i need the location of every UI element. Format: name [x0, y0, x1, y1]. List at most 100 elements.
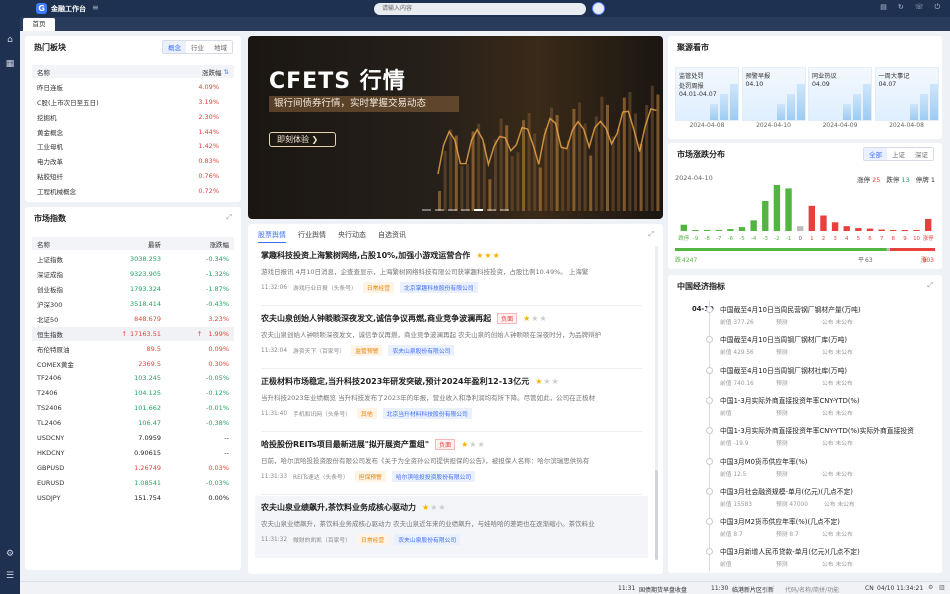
chart-icon[interactable]: ▥: [939, 584, 945, 591]
phone-icon[interactable]: ☏: [915, 3, 924, 12]
col-change[interactable]: 涨跌幅: [202, 67, 222, 77]
distribution-bar[interactable]: [866, 228, 874, 231]
tab-industry[interactable]: 行业: [186, 41, 209, 53]
table-row[interactable]: EURUSD 1.08541 -0.03%: [32, 476, 234, 491]
table-row[interactable]: 昨日连板 4.09%: [32, 80, 234, 95]
news-item[interactable]: 农夫山泉业绩飙升,茶饮料业务成核心驱动力 ★★★ 农夫山泉业绩飙升，茶饮料业务成核心…: [255, 496, 648, 558]
news-company-tag[interactable]: 农夫山泉股份有限公司: [388, 345, 455, 356]
carousel-dot[interactable]: [487, 209, 496, 211]
econ-item[interactable]: 中国1-3月实际外商直接投资年率CNY-YTD(%) 前值 预测 公布 未公布: [720, 395, 942, 417]
distribution-bar[interactable]: [901, 230, 909, 231]
carousel-dot[interactable]: [461, 209, 470, 211]
distribution-bar[interactable]: [890, 230, 897, 231]
table-row[interactable]: 黄金概念 1.44%: [32, 124, 234, 139]
news-tag[interactable]: 日常经营: [362, 282, 395, 293]
refresh-icon[interactable]: ↻: [898, 3, 904, 12]
news-title[interactable]: 哈投股份REITs项目最新进展"拟开展资产重组": [261, 439, 429, 450]
settings-icon[interactable]: ⚙: [5, 549, 15, 559]
tab-stock-news[interactable]: 股票舆情: [258, 230, 286, 243]
promo-banner[interactable]: CFETS 行情 银行间债券行情，实时掌握交易动态 即刻体验 ❯: [248, 36, 663, 219]
econ-item[interactable]: 中国截至4月10日当周钢厂钢材社库(万吨) 前值 740.16 预测 公布 未公布: [720, 365, 942, 387]
econ-item[interactable]: 中国3月M0货币供应年率(%) 前值 12.5 预测 公布 未公布: [720, 456, 942, 478]
distribution-bar[interactable]: [680, 224, 688, 231]
table-row[interactable]: 北证50 848.679 3.23%: [32, 312, 234, 327]
table-row[interactable]: GBPUSD 1.26749 0.03%: [32, 461, 234, 476]
table-row[interactable]: 布伦特原油 89.5 0.09%: [32, 341, 234, 356]
news-company-tag[interactable]: 北京掌趣科技股份有限公司: [400, 282, 478, 293]
distribution-bar[interactable]: [692, 230, 699, 231]
expand-icon[interactable]: ⤢: [648, 230, 654, 239]
distribution-bar[interactable]: [762, 200, 769, 231]
news-tag[interactable]: 其他: [357, 408, 377, 419]
news-title[interactable]: 农夫山泉业绩飙升,茶饮料业务成核心驱动力: [261, 502, 416, 513]
banner-cta-button[interactable]: 即刻体验 ❯: [269, 132, 336, 147]
carousel-dot[interactable]: [435, 209, 444, 211]
news-company-tag[interactable]: 哈尔滨哈投投资股份有限公司: [391, 471, 476, 482]
distribution-bar[interactable]: [773, 185, 781, 231]
table-row[interactable]: 创业板指 1793.324 -1.87%: [32, 282, 234, 297]
distribution-bar[interactable]: [855, 228, 862, 231]
news-item[interactable]: 掌趣科技投资上海繁树网络,占股10%,加强小游戏运营合作 ★★★ 游戏日报讯 4月1…: [255, 244, 648, 306]
news-tag[interactable]: 日常经营: [357, 534, 389, 545]
quick-search-input[interactable]: 代码/名称/简拼/功能: [785, 585, 839, 594]
table-row[interactable]: 粘胶短纤 0.76%: [32, 169, 234, 184]
distribution-bar[interactable]: [785, 188, 792, 231]
distribution-bar[interactable]: [808, 205, 816, 231]
document-icon[interactable]: ▤: [880, 3, 887, 12]
table-row[interactable]: 电力改革 0.83%: [32, 154, 234, 169]
table-row[interactable]: 挖掘机 2.30%: [32, 110, 234, 125]
search-input[interactable]: 请输入内容: [374, 3, 586, 15]
table-row[interactable]: USDJPY 151.754 0.00%: [32, 490, 234, 505]
news-title[interactable]: 农夫山泉创始人钟睒睒深夜发文,诚信争议再燃,商业竞争波澜再起: [261, 313, 491, 324]
app-logo[interactable]: G 金融工作台: [36, 2, 86, 15]
econ-item[interactable]: 中国1-3月实际外商直接投资年率CNY-YTD(%)实际外商直接投资 前值 -19…: [720, 425, 942, 447]
settings-icon[interactable]: ⚙: [928, 584, 933, 591]
table-row[interactable]: 沪深300 3518.414 -0.43%: [32, 297, 234, 312]
distribution-bar[interactable]: [913, 230, 920, 231]
table-row[interactable]: TS2406 101.662 -0.01%: [32, 401, 234, 416]
table-row[interactable]: TF2406 103.245 -0.05%: [32, 371, 234, 386]
table-row[interactable]: TL2406 106.47 -0.38%: [32, 416, 234, 431]
carousel-dot[interactable]: [448, 209, 457, 211]
tab-watchlist-news[interactable]: 自选资讯: [378, 230, 406, 243]
sort-icon[interactable]: ⇅: [224, 68, 229, 76]
carousel-dot-active[interactable]: [474, 209, 483, 211]
table-row[interactable]: T2406 104.125 -0.12%: [32, 386, 234, 401]
search-button[interactable]: [592, 2, 605, 15]
distribution-bar[interactable]: [878, 229, 885, 231]
distribution-bar[interactable]: [750, 220, 757, 231]
news-item[interactable]: 正极材料市场稳定,当升科技2023年研发突破,预计2024年盈利12-13亿元 ★…: [255, 370, 648, 432]
econ-item[interactable]: 中国3月M2货币供应年率(%)(几点不定) 前值 8.7 预测 8.7 公布 未公布: [720, 516, 942, 538]
distribution-bar[interactable]: [924, 218, 932, 231]
home-icon[interactable]: ⌂: [5, 35, 15, 45]
tab-home[interactable]: 首页: [23, 18, 55, 31]
table-row[interactable]: C股(上市次日至五日) 3.19%: [32, 95, 234, 110]
table-row[interactable]: 工业母机 1.42%: [32, 139, 234, 154]
econ-item[interactable]: 中国截至4月10日当周钢厂钢材厂库(万吨) 前值 429.56 预测 公布 未公布: [720, 334, 942, 356]
source-card[interactable]: 预警早报 04.10: [741, 67, 806, 121]
news-company-tag[interactable]: 农夫山泉股份有限公司: [394, 534, 461, 545]
power-icon[interactable]: ⏻: [934, 3, 940, 12]
news-tag[interactable]: 监管预警: [351, 345, 383, 356]
distribution-bar[interactable]: [796, 226, 804, 231]
source-card[interactable]: 同业热议 04.09: [808, 67, 872, 121]
distribution-bar[interactable]: [831, 222, 839, 231]
news-item[interactable]: 农夫山泉创始人钟睒睒深夜发文,诚信争议再燃,商业竞争波澜再起 负面 ★★★ 农夫山泉创…: [255, 307, 648, 369]
news-title[interactable]: 掌趣科技投资上海繁树网络,占股10%,加强小游戏运营合作: [261, 250, 470, 261]
distribution-bar[interactable]: [843, 226, 850, 231]
tab-concept[interactable]: 概念: [163, 41, 186, 53]
distribution-bar[interactable]: [715, 230, 722, 231]
econ-item[interactable]: 中国3月新增人民币贷款-单月(亿元)(几点不定) 前值 预测 公布 未公布: [720, 546, 942, 568]
list-icon[interactable]: ☰: [5, 571, 15, 581]
table-row[interactable]: HKDCNY 0.90615 --: [32, 446, 234, 461]
expand-icon[interactable]: ⤢: [927, 281, 933, 290]
grid-icon[interactable]: ▦: [5, 59, 15, 69]
ticker-msg-1[interactable]: 国债期货早盘收盘: [639, 585, 687, 594]
tab-industry-news[interactable]: 行业舆情: [298, 230, 326, 243]
tab-central-bank[interactable]: 央行动态: [338, 230, 366, 243]
expand-icon[interactable]: ⤢: [226, 213, 232, 222]
distribution-bar[interactable]: [738, 227, 746, 231]
econ-item[interactable]: 中国3月社会融资规模-单月(亿元)(几点不定) 前值 15583 预测 47000 公…: [720, 486, 942, 508]
carousel-dot[interactable]: [422, 209, 431, 211]
table-row[interactable]: USDCNY 7.0959 --: [32, 431, 234, 446]
